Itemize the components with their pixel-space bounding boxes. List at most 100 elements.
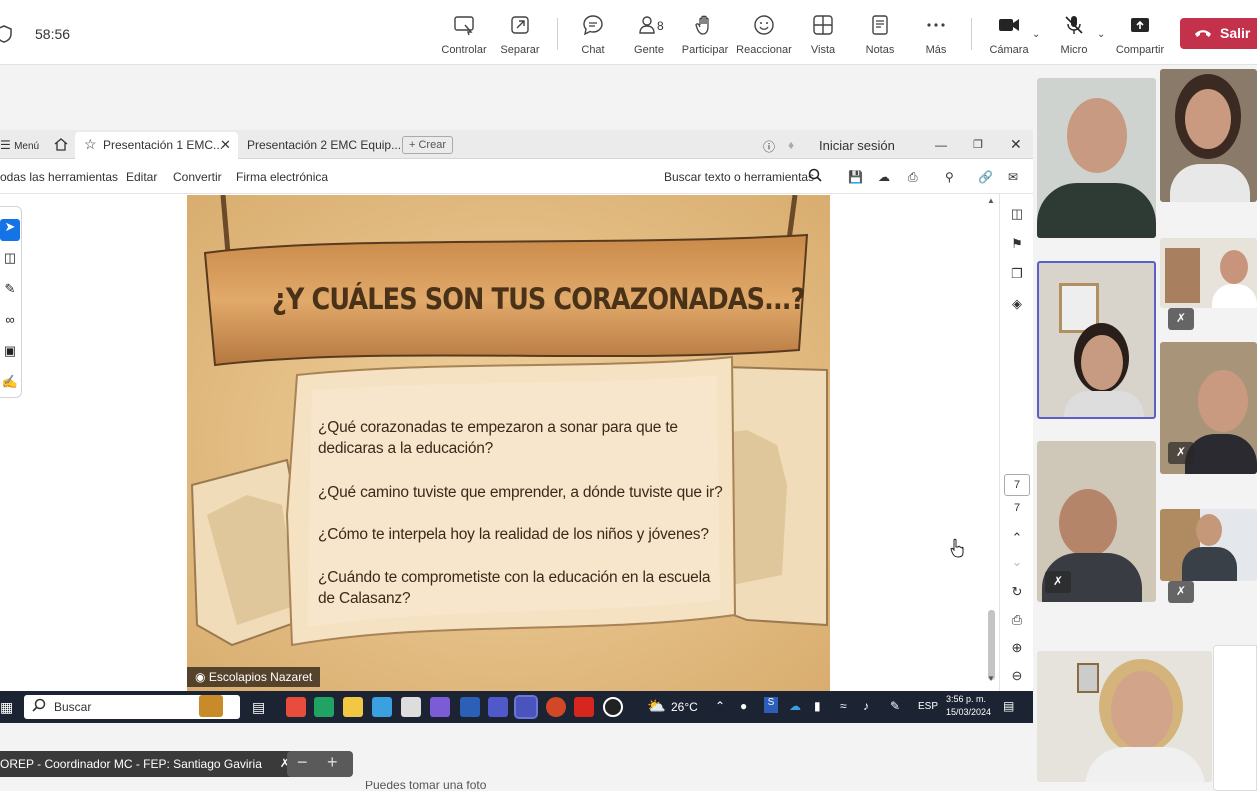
edge-icon[interactable] — [314, 697, 334, 717]
email-icon[interactable]: ✉ — [1008, 170, 1018, 184]
scroll-thumb[interactable] — [988, 610, 995, 680]
comments-panel-icon[interactable]: ◫ — [1008, 206, 1026, 224]
zoom-out-button[interactable]: − — [297, 752, 308, 773]
page-number-input[interactable]: 7 — [1004, 474, 1030, 496]
mic-tray-icon[interactable]: ● — [740, 699, 747, 713]
participant-tile[interactable] — [1160, 509, 1257, 581]
minimize-icon[interactable]: — — [935, 138, 947, 152]
chrome-icon[interactable] — [286, 697, 306, 717]
scroll-up-icon[interactable]: ▲ — [987, 196, 995, 205]
mic-button[interactable]: Micro — [1046, 14, 1102, 56]
save-icon[interactable]: 💾 — [848, 170, 863, 184]
share-button[interactable]: Compartir — [1112, 14, 1168, 56]
wifi-icon[interactable]: ≈ — [840, 699, 847, 713]
participant-tile[interactable] — [1160, 238, 1257, 308]
people-button[interactable]: Gente — [621, 14, 677, 56]
menu-button[interactable]: ☰ Menú — [0, 138, 39, 152]
more-button[interactable]: Más — [908, 14, 964, 56]
battery-icon[interactable]: ▮ — [814, 699, 821, 713]
folder-icon[interactable] — [343, 697, 363, 717]
notifications-icon[interactable]: ▤ — [1003, 699, 1014, 713]
weather-icon[interactable]: ⛅ — [647, 697, 666, 715]
participant-tile[interactable] — [1160, 69, 1257, 202]
bookmark-icon[interactable]: ⚑ — [1008, 236, 1026, 254]
tab-presentacion-1[interactable]: ☆ Presentación 1 EMC... ✕ — [75, 132, 238, 159]
print-icon[interactable]: ⎙ — [908, 170, 918, 185]
close-window-icon[interactable]: ✕ — [1010, 136, 1022, 153]
camera-options-chevron-icon[interactable]: ⌄ — [1032, 29, 1040, 40]
signin-button[interactable]: Iniciar sesión — [819, 138, 895, 153]
mic-options-chevron-icon[interactable]: ⌄ — [1097, 29, 1105, 40]
cloud-upload-icon[interactable]: ☁ — [878, 170, 890, 184]
store-icon[interactable] — [401, 697, 421, 717]
powerpoint-icon[interactable] — [546, 697, 566, 717]
leave-button[interactable]: Salir — [1180, 18, 1257, 49]
menu-convert[interactable]: Convertir — [173, 170, 222, 184]
scroll-down-icon[interactable]: ▼ — [987, 674, 995, 683]
menu-all-tools[interactable]: odas las herramientas — [0, 170, 118, 184]
clipchamp-icon[interactable] — [430, 697, 450, 717]
bell-icon[interactable]: ♦ — [788, 138, 794, 152]
tray-chevron-icon[interactable]: ⌃ — [715, 699, 725, 713]
clock-time[interactable]: 3:56 p. m. — [946, 694, 986, 704]
pages-icon[interactable]: ❐ — [1008, 266, 1026, 284]
teams-active-icon[interactable] — [514, 695, 538, 719]
view-button[interactable]: Vista — [795, 14, 851, 56]
select-cursor-icon[interactable]: ➤ — [0, 219, 20, 241]
rotate-icon[interactable]: ↻ — [1008, 584, 1026, 602]
active-speaker-tile[interactable] — [1037, 261, 1156, 419]
text-box-icon[interactable]: ▣ — [0, 343, 20, 365]
share-file-icon[interactable]: ⚲ — [945, 170, 954, 184]
close-tab-icon[interactable]: ✕ — [220, 137, 231, 153]
notes-button[interactable]: Notas — [852, 14, 908, 56]
onedrive-icon[interactable]: ☁ — [789, 699, 801, 713]
control-button[interactable]: Controlar — [436, 14, 492, 56]
teams-icon[interactable] — [488, 697, 508, 717]
participant-tile[interactable] — [1037, 78, 1156, 238]
clock-date[interactable]: 15/03/2024 — [946, 707, 991, 717]
link-icon[interactable]: 🔗 — [978, 170, 993, 184]
popout-button[interactable]: Separar — [492, 14, 548, 56]
zoom-in-button[interactable]: + — [327, 752, 338, 773]
zoom-out-icon[interactable]: ⊖ — [1008, 668, 1026, 686]
language-indicator[interactable]: ESP — [918, 701, 938, 712]
menu-esign[interactable]: Firma electrónica — [236, 170, 328, 184]
task-view-icon[interactable]: ▤ — [252, 699, 265, 716]
extract-icon[interactable]: ⎙ — [1008, 612, 1026, 630]
page-up-icon[interactable]: ⌃ — [1008, 530, 1026, 548]
media-player-icon[interactable] — [603, 697, 623, 717]
chat-button[interactable]: Chat — [565, 14, 621, 56]
volume-icon[interactable]: ♪ — [863, 699, 869, 713]
zoom-in-icon[interactable]: ⊕ — [1008, 640, 1026, 658]
lasso-icon[interactable]: ∞ — [0, 312, 20, 334]
layers-icon[interactable]: ◈ — [1008, 296, 1026, 314]
restore-icon[interactable]: ❐ — [973, 138, 983, 151]
camera-button[interactable]: Cámara — [981, 14, 1037, 56]
participant-face — [1220, 250, 1248, 284]
pen-icon[interactable]: ✎ — [0, 281, 20, 303]
react-button[interactable]: Reaccionar — [736, 14, 792, 56]
self-view-tile[interactable] — [1037, 651, 1212, 782]
pen-tray-icon[interactable]: ✎ — [890, 699, 900, 713]
participant-tile[interactable]: ✗ — [1160, 342, 1257, 474]
start-icon[interactable]: ▦ — [0, 699, 13, 716]
word-icon[interactable] — [460, 697, 480, 717]
participant-tile[interactable]: ✗ — [1037, 441, 1156, 602]
star-icon[interactable]: ☆ — [84, 136, 97, 153]
search-tools-label[interactable]: Buscar texto o herramientas — [664, 170, 814, 184]
tab-presentacion-2[interactable]: Presentación 2 EMC Equip... — [247, 138, 401, 152]
create-button[interactable]: + Crear — [402, 136, 453, 154]
taskbar-search[interactable]: Buscar — [24, 695, 240, 719]
document-scrollbar[interactable]: ▲ ▼ — [985, 196, 997, 686]
sign-icon[interactable]: ✍ — [0, 374, 20, 396]
acrobat-icon[interactable] — [574, 697, 594, 717]
comment-icon[interactable]: ◫ — [0, 250, 20, 272]
skype-icon[interactable]: S — [764, 697, 778, 713]
search-icon[interactable] — [808, 168, 822, 185]
help-icon[interactable]: ⓘ — [763, 138, 775, 155]
raise-hand-button[interactable]: Participar — [677, 14, 733, 56]
home-icon[interactable] — [54, 138, 68, 154]
app-icon[interactable] — [372, 697, 392, 717]
menu-edit[interactable]: Editar — [126, 170, 157, 184]
page-down-icon[interactable]: ⌄ — [1008, 554, 1026, 572]
